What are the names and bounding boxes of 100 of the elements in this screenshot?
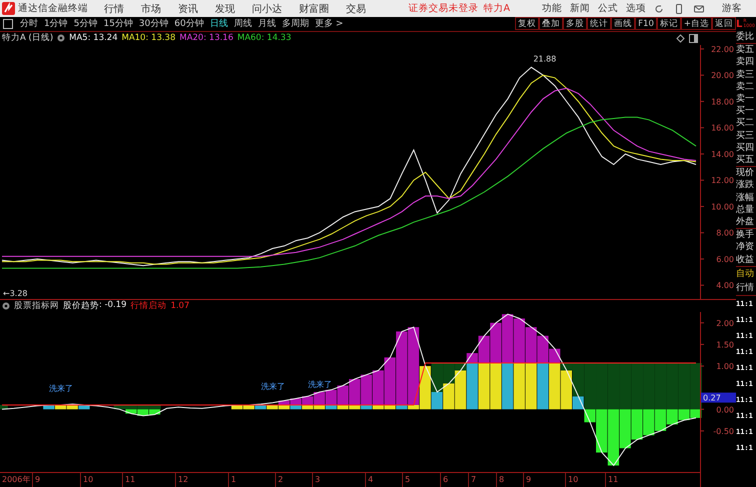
signal-label: 洗来了 xyxy=(49,384,74,394)
period-tab[interactable]: 15分钟 xyxy=(100,17,136,30)
series-value: : 13.16 xyxy=(203,33,234,44)
quote-label: 卖五 xyxy=(736,43,756,56)
period-tab[interactable]: 5分钟 xyxy=(70,17,100,30)
axis-label: 4.00 xyxy=(716,281,734,290)
refresh-icon[interactable] xyxy=(654,4,664,14)
toolbar-button[interactable]: 返回 xyxy=(712,17,736,30)
series-value: 1.07 xyxy=(170,301,190,312)
menu-item[interactable]: 新闻 xyxy=(570,2,590,15)
series-value: : 13.24 xyxy=(88,33,118,44)
axis-label: 10.00 xyxy=(711,202,734,212)
menu-item[interactable]: 市场 xyxy=(141,2,161,16)
menu-item[interactable]: 发现 xyxy=(215,2,235,16)
menu-item[interactable]: 行情 xyxy=(104,2,124,16)
date-label: 5 xyxy=(402,473,440,487)
quote-label: 换手 xyxy=(736,228,756,242)
quote-label: 买一 xyxy=(736,105,755,118)
menu-item[interactable]: 交易 xyxy=(346,2,366,16)
axis-label: 6.00 xyxy=(716,254,734,264)
current-value-label: 0.27 xyxy=(701,392,736,403)
period-tab[interactable]: 分时 xyxy=(17,17,41,30)
stock-name: 特力A xyxy=(484,2,510,15)
period-tab[interactable]: 周线 xyxy=(230,17,255,30)
date-label: 8 xyxy=(496,473,523,487)
level-label: L xyxy=(736,18,742,30)
quote-label: 委比 xyxy=(736,31,755,44)
quote-label: 买五 xyxy=(736,154,755,166)
menu-item[interactable]: 问小达 xyxy=(252,2,282,16)
period-tab[interactable]: 月线 xyxy=(254,17,279,30)
quote-label: 卖四 xyxy=(736,56,755,69)
date-label: 9 xyxy=(523,473,565,487)
menu-item[interactable]: 选项 xyxy=(626,2,646,15)
period-tab[interactable]: 多周期 xyxy=(278,17,312,30)
axis-label: 14.00 xyxy=(711,150,734,159)
axis-label: 0.00 xyxy=(716,405,734,414)
quote-label: 买三 xyxy=(736,130,755,142)
toolbar-button[interactable]: 叠加 xyxy=(539,17,564,30)
settings-icon[interactable] xyxy=(57,34,66,42)
menu-item[interactable]: 财富圈 xyxy=(299,2,329,16)
toolbar-button[interactable]: F10 xyxy=(635,17,657,30)
quote-label: 现价 xyxy=(736,166,756,180)
settings-icon[interactable] xyxy=(2,302,10,310)
period-tab[interactable]: 30分钟 xyxy=(136,17,172,30)
date-label: 12 xyxy=(175,473,228,487)
date-label: 11 xyxy=(122,473,175,487)
toolbar-button[interactable]: 统计 xyxy=(587,17,612,30)
date-label: 6 xyxy=(440,473,468,487)
quote-label: 买二 xyxy=(736,117,755,130)
period-tab[interactable]: 更多 > xyxy=(312,17,346,30)
period-tab[interactable]: 60分钟 xyxy=(171,17,207,30)
status-label: 自动 xyxy=(736,268,755,281)
app-title: 通达信金融终端 xyxy=(18,2,88,15)
series-name: 行情启动 xyxy=(130,300,167,312)
series-value: : 14.33 xyxy=(261,33,292,44)
message-icon[interactable] xyxy=(694,4,704,14)
date-label: 2006年 xyxy=(1,474,32,486)
axis-label: 2.00 xyxy=(716,318,734,328)
quote-label: 涨幅 xyxy=(736,192,755,204)
date-label: 10 xyxy=(565,473,605,487)
quote-label: 净资 xyxy=(736,241,755,254)
date-label: 3 xyxy=(312,473,365,487)
toolbar-button[interactable]: 标记 xyxy=(656,17,681,30)
menu-item[interactable]: 资讯 xyxy=(178,2,198,16)
panel-toggle-icon[interactable] xyxy=(3,18,13,29)
series-name: MA10 xyxy=(122,33,146,44)
date-label: 10 xyxy=(80,473,122,487)
toolbar-button[interactable]: 多股 xyxy=(563,17,588,30)
logo-icon xyxy=(2,2,15,15)
user-label[interactable]: 游客 xyxy=(722,2,742,15)
panel-icon[interactable] xyxy=(689,34,698,43)
toolbar-button[interactable]: 复权 xyxy=(515,17,540,30)
series-value: : -0.19 xyxy=(99,300,127,312)
date-label: 1 xyxy=(228,473,275,487)
quote-label: 收益 xyxy=(736,254,755,266)
toolbar-button[interactable]: 画线 xyxy=(611,17,636,30)
menu-item[interactable]: 功能 xyxy=(542,2,562,15)
toolbar-button[interactable]: +自选 xyxy=(680,17,712,30)
price-label: 21.88 xyxy=(533,54,556,64)
menu-item[interactable]: 公式 xyxy=(598,2,618,15)
axis-label: 20.00 xyxy=(711,71,734,80)
axis-label: 1.00 xyxy=(716,362,734,372)
axis-label: 12.00 xyxy=(711,176,734,186)
date-label: 7 xyxy=(468,473,496,487)
series-name: MA5 xyxy=(69,33,88,44)
phone-icon[interactable] xyxy=(674,4,684,14)
signal-label: 洗来了 xyxy=(260,382,285,392)
axis-label: 8.00 xyxy=(716,228,734,238)
axis-label: 18.00 xyxy=(711,97,734,106)
status-label: 行情 xyxy=(736,282,755,295)
period-tab[interactable]: 日线 xyxy=(206,17,231,30)
quote-label: 总量 xyxy=(736,204,755,216)
diamond-icon[interactable] xyxy=(676,34,685,43)
series-value: : 13.38 xyxy=(146,33,176,44)
quote-label: 买四 xyxy=(736,142,755,154)
series-name: MA60 xyxy=(237,33,262,44)
price-label: ←3.28 xyxy=(3,288,28,298)
period-tab[interactable]: 1分钟 xyxy=(41,17,71,30)
quote-label: 外盘 xyxy=(736,216,755,228)
date-label: 9 xyxy=(32,473,80,487)
